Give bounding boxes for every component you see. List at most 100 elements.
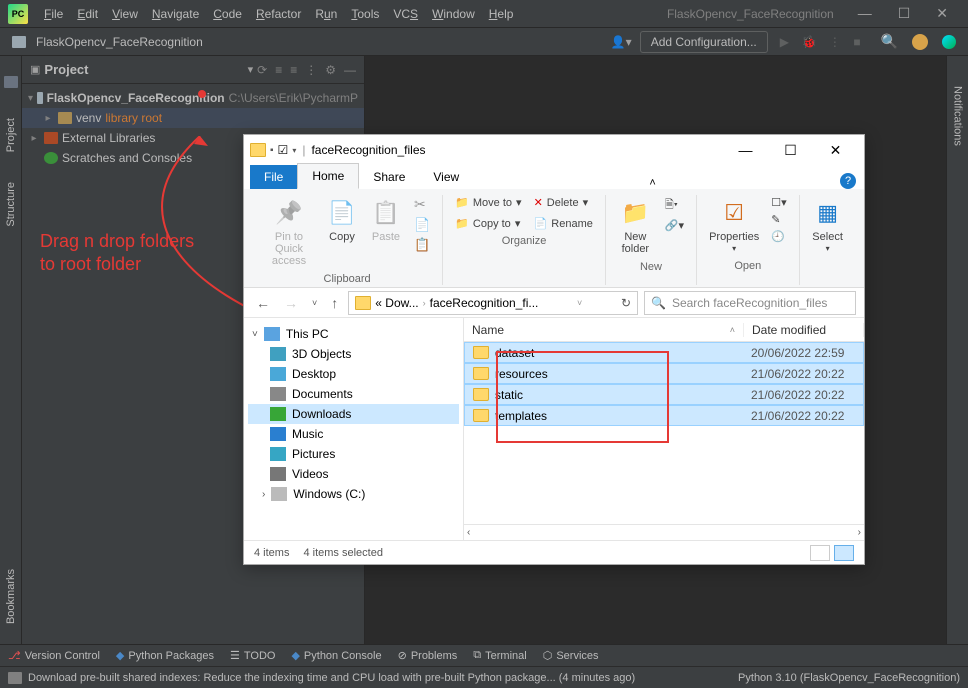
navpane-documents[interactable]: Documents [248,384,459,404]
new-folder-button[interactable]: New folder [614,195,657,257]
refresh-icon[interactable]: ↻ [621,296,631,310]
navpane-drive-c[interactable]: ›Windows (C:) [248,484,459,504]
gutter-structure[interactable]: Structure [5,182,17,227]
qat-props-icon[interactable]: ☑ [278,143,289,157]
gutter-bookmarks[interactable]: Bookmarks [5,569,17,624]
window-close-icon[interactable]: ✕ [924,1,960,26]
menu-view[interactable]: View [106,5,144,23]
menu-refactor[interactable]: Refactor [250,5,307,23]
status-interpreter[interactable]: Python 3.10 (FlaskOpencv_FaceRecognition… [738,672,960,684]
nav-up-icon[interactable]: ↑ [327,295,342,311]
paste-shortcut-icon[interactable] [410,236,434,254]
file-row[interactable]: dataset 20/06/2022 22:59 [464,342,864,363]
tool-terminal[interactable]: ⧉Terminal [473,649,526,662]
tree-sync-icon[interactable]: ⟳ [257,63,267,77]
project-gutter-icon[interactable] [4,76,18,88]
navpane-music[interactable]: Music [248,424,459,444]
project-dropdown-icon[interactable]: ▾ [248,63,254,76]
account-avatar-icon[interactable] [912,34,928,50]
nav-back-icon[interactable]: ← [252,295,274,311]
tab-home[interactable]: Home [297,163,359,189]
debug-icon[interactable]: 🐞 [801,35,816,49]
navpane-videos[interactable]: Videos [248,464,459,484]
stop-icon[interactable]: ■ [853,35,860,49]
explorer-minimize-icon[interactable]: — [723,138,768,163]
paste-button[interactable]: Paste [366,195,406,245]
tab-view[interactable]: View [419,165,473,189]
add-configuration-button[interactable]: Add Configuration... [640,31,768,53]
crumb-current[interactable]: faceRecognition_fi... [430,296,539,310]
hscroll-right-icon[interactable]: › [858,527,861,538]
menu-window[interactable]: Window [426,5,481,23]
new-item-icon[interactable]: 🗎▾ [661,195,688,216]
open-icon[interactable]: ☐▾ [767,195,790,210]
run-icon[interactable]: ▶ [780,35,789,49]
qat-down-icon[interactable]: ▪ [270,145,274,156]
search-icon[interactable]: 🔍 [881,33,898,50]
window-maximize-icon[interactable]: ☐ [886,1,923,26]
status-toggle-icon[interactable] [8,672,22,684]
tree-settings-icon[interactable]: ⚙ [325,63,336,77]
tab-file[interactable]: File [250,165,297,189]
column-date-header[interactable]: Date modified [744,323,864,337]
nav-history-icon[interactable]: ˅ [308,298,321,308]
nav-forward-icon[interactable]: → [280,295,302,311]
tree-opt2-icon[interactable]: ≡ [290,63,297,77]
project-expand-icon[interactable]: ▣ [30,63,40,76]
copy-button[interactable]: Copy [322,195,362,245]
breadcrumb-text[interactable]: FlaskOpencv_FaceRecognition [36,35,203,49]
gutter-notifications[interactable]: Notifications [952,86,964,146]
file-row[interactable]: templates 21/06/2022 20:22 [464,405,864,426]
file-row[interactable]: static 21/06/2022 20:22 [464,384,864,405]
tool-todo[interactable]: ☰TODO [230,649,275,662]
view-details-icon[interactable] [810,545,830,561]
explorer-maximize-icon[interactable]: ☐ [768,138,813,163]
hscroll-left-icon[interactable]: ‹ [467,527,470,538]
address-bar[interactable]: « Dow... › faceRecognition_fi... ˅ ↻ [348,291,638,315]
qat-dropdown-icon[interactable]: ▾ [292,146,296,155]
tool-problems[interactable]: ⊘Problems [398,649,458,662]
navpane-3d-objects[interactable]: 3D Objects [248,344,459,364]
status-message[interactable]: Download pre-built shared indexes: Reduc… [28,672,635,684]
navpane-this-pc[interactable]: ˅This PC [248,324,459,344]
gutter-project[interactable]: Project [5,118,17,152]
tool-python-packages[interactable]: ◆Python Packages [116,649,214,662]
pin-quick-access-button[interactable]: Pin to Quick access [260,195,318,269]
easy-access-icon[interactable]: 🔗▾ [661,218,688,233]
delete-button[interactable]: ✕ Delete ▾ [530,195,597,210]
tab-share[interactable]: Share [359,165,419,189]
menu-help[interactable]: Help [483,5,520,23]
tool-services[interactable]: ⬡Services [543,649,599,662]
menu-vcs[interactable]: VCS [387,5,424,23]
menu-tools[interactable]: Tools [345,5,385,23]
view-large-icons-icon[interactable] [834,545,854,561]
tree-hide-icon[interactable]: — [344,63,356,77]
help-icon[interactable]: ? [840,173,856,189]
file-row[interactable]: resources 21/06/2022 20:22 [464,363,864,384]
user-dropdown-icon[interactable]: 👤▾ [611,35,632,49]
crumb-root[interactable]: « Dow... [375,296,418,310]
tool-version-control[interactable]: ⎇Version Control [8,649,100,662]
tree-venv[interactable]: ▸ venvlibrary root [22,108,364,128]
navpane-downloads[interactable]: Downloads [248,404,459,424]
navpane-desktop[interactable]: Desktop [248,364,459,384]
code-with-me-icon[interactable] [942,35,956,49]
cut-icon[interactable] [410,195,434,214]
ribbon-collapse-icon[interactable]: ˄ [649,177,655,189]
menu-run[interactable]: Run [309,5,343,23]
copy-path-icon[interactable] [410,216,434,234]
menu-edit[interactable]: Edit [71,5,104,23]
copy-to-button[interactable]: 📁 Copy to ▾ [451,216,525,231]
menu-file[interactable]: File [38,5,69,23]
window-minimize-icon[interactable]: — [846,1,884,26]
rename-button[interactable]: 📄 Rename [530,216,597,231]
tree-root[interactable]: ▾ FlaskOpencv_FaceRecognitionC:\Users\Er… [22,88,364,108]
navpane-pictures[interactable]: Pictures [248,444,459,464]
history-icon[interactable]: 🕘 [767,229,790,244]
menu-code[interactable]: Code [207,5,248,23]
properties-button[interactable]: Properties▾ [705,195,763,256]
edit-icon[interactable]: ✎ [767,212,790,227]
more-run-icon[interactable]: ⋮ [829,35,841,49]
search-input[interactable]: 🔍 Search faceRecognition_files [644,291,856,315]
move-to-button[interactable]: 📁 Move to ▾ [451,195,525,210]
